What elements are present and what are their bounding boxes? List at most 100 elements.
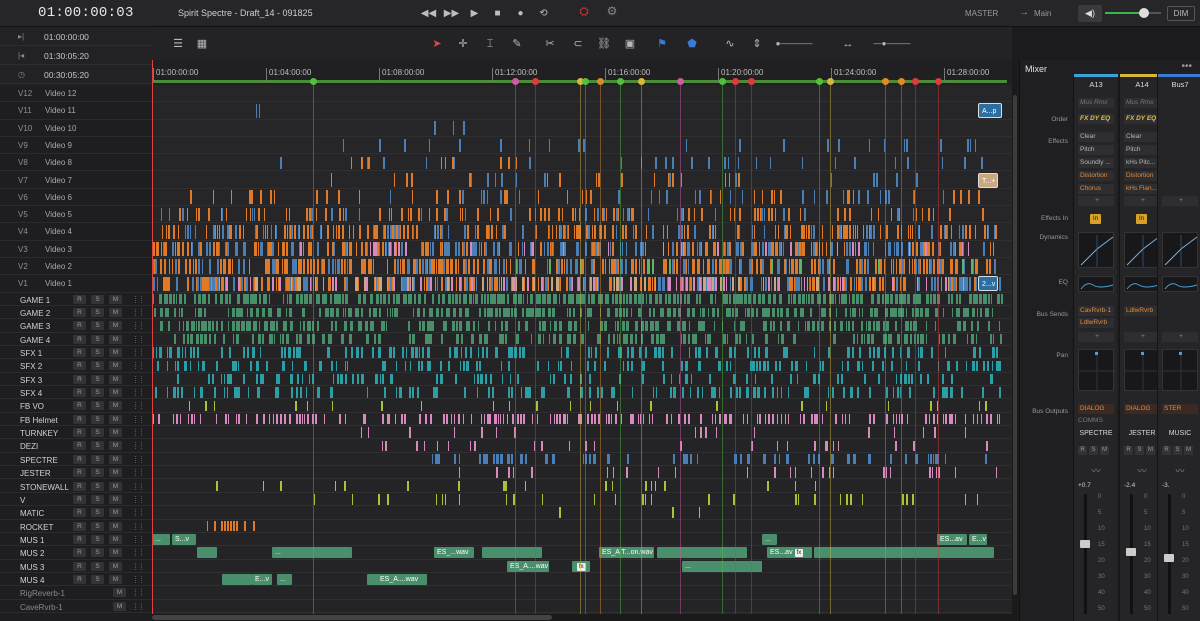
clip[interactable]	[452, 320, 456, 331]
audio-lane[interactable]	[152, 412, 1012, 427]
track-drag-handle[interactable]	[135, 308, 142, 316]
clip[interactable]	[571, 276, 574, 291]
clip[interactable]	[345, 294, 349, 304]
clip[interactable]	[173, 334, 177, 345]
range-tool-icon[interactable]: ✛	[455, 36, 471, 52]
clip[interactable]	[681, 360, 683, 372]
clip[interactable]	[496, 467, 498, 478]
clip[interactable]	[801, 156, 804, 169]
clip[interactable]	[252, 207, 254, 222]
clip[interactable]	[291, 387, 293, 398]
clip[interactable]	[377, 334, 381, 345]
clip[interactable]	[852, 320, 855, 331]
clip[interactable]	[477, 259, 479, 274]
clip[interactable]	[394, 241, 397, 257]
clip[interactable]	[220, 373, 223, 385]
clip[interactable]	[422, 320, 425, 331]
clip[interactable]	[629, 334, 634, 345]
clip[interactable]	[458, 494, 461, 505]
clip[interactable]	[777, 334, 780, 345]
clip[interactable]	[769, 156, 772, 169]
clip[interactable]	[793, 334, 797, 345]
clip[interactable]	[466, 360, 469, 372]
clip[interactable]	[834, 156, 837, 169]
clip[interactable]	[307, 224, 309, 240]
video-track-header[interactable]: V1 Video 1	[0, 275, 152, 293]
clip[interactable]	[945, 414, 947, 425]
clip[interactable]	[351, 494, 354, 505]
clip[interactable]	[625, 467, 628, 478]
clip[interactable]	[702, 307, 706, 318]
clip[interactable]	[410, 360, 412, 372]
clip[interactable]	[867, 241, 869, 257]
clip[interactable]	[502, 373, 504, 385]
clip[interactable]	[587, 320, 590, 331]
clip[interactable]	[297, 373, 299, 385]
clip[interactable]	[308, 373, 310, 385]
clip[interactable]	[161, 241, 163, 257]
clip[interactable]	[191, 320, 195, 331]
clip[interactable]	[765, 334, 768, 345]
clip[interactable]	[483, 307, 486, 318]
clip[interactable]	[231, 307, 236, 318]
clip[interactable]	[518, 320, 520, 331]
video-lane[interactable]: T...+	[152, 172, 1012, 189]
clip[interactable]	[545, 454, 548, 465]
clip[interactable]	[500, 360, 503, 372]
audio-track-header[interactable]: DEZI R S M	[0, 439, 152, 453]
clip[interactable]	[725, 276, 728, 291]
clip[interactable]	[307, 259, 309, 274]
speaker-icon[interactable]: ◀)	[1078, 5, 1102, 22]
clip[interactable]	[325, 307, 329, 318]
clip[interactable]	[452, 121, 455, 135]
clip[interactable]	[800, 276, 803, 291]
clip[interactable]	[328, 259, 330, 274]
clip[interactable]	[871, 334, 874, 345]
clip[interactable]	[666, 320, 671, 331]
clip[interactable]	[474, 440, 476, 452]
solo-button[interactable]: S	[91, 307, 104, 317]
clip[interactable]	[485, 241, 488, 257]
clip[interactable]	[335, 480, 337, 492]
clip[interactable]	[920, 334, 925, 345]
clip[interactable]	[280, 414, 282, 425]
play-icon[interactable]: ▶	[466, 5, 483, 22]
audio-clip[interactable]: ...	[277, 573, 292, 585]
mute-button[interactable]: M	[1100, 446, 1109, 455]
mute-button[interactable]: M	[109, 521, 122, 531]
clip[interactable]	[524, 480, 527, 492]
clip[interactable]	[475, 294, 479, 304]
bus-send[interactable]: CavRvrb-1	[1078, 306, 1114, 316]
clip[interactable]	[267, 259, 271, 274]
video-lane[interactable]	[152, 137, 1012, 155]
clip[interactable]	[844, 207, 846, 222]
clip[interactable]	[869, 276, 871, 291]
clip[interactable]	[398, 387, 402, 398]
clip[interactable]	[184, 259, 187, 274]
clip[interactable]	[848, 190, 851, 205]
clip[interactable]	[746, 373, 748, 385]
clip[interactable]	[972, 307, 976, 318]
main-output-selector[interactable]: Main	[1034, 9, 1051, 18]
add-effect-button[interactable]: +	[1124, 196, 1160, 206]
clip[interactable]	[256, 224, 259, 240]
clip[interactable]	[489, 207, 491, 222]
clip[interactable]	[307, 334, 310, 345]
clip[interactable]	[868, 387, 871, 398]
clip[interactable]	[858, 241, 861, 257]
effect-slot[interactable]: Pitch	[1124, 145, 1160, 155]
clip[interactable]	[475, 276, 477, 291]
clip[interactable]	[196, 334, 199, 345]
clip[interactable]	[505, 259, 508, 274]
clip[interactable]	[877, 347, 880, 358]
clip[interactable]	[1000, 334, 1002, 345]
clip[interactable]	[907, 414, 909, 425]
clip[interactable]	[887, 190, 890, 205]
clip[interactable]	[187, 207, 189, 222]
clip[interactable]	[739, 138, 742, 153]
clip[interactable]	[346, 259, 349, 274]
clip[interactable]	[684, 241, 687, 257]
clip[interactable]	[493, 400, 495, 412]
clip[interactable]	[668, 241, 670, 257]
clip[interactable]	[352, 373, 355, 385]
